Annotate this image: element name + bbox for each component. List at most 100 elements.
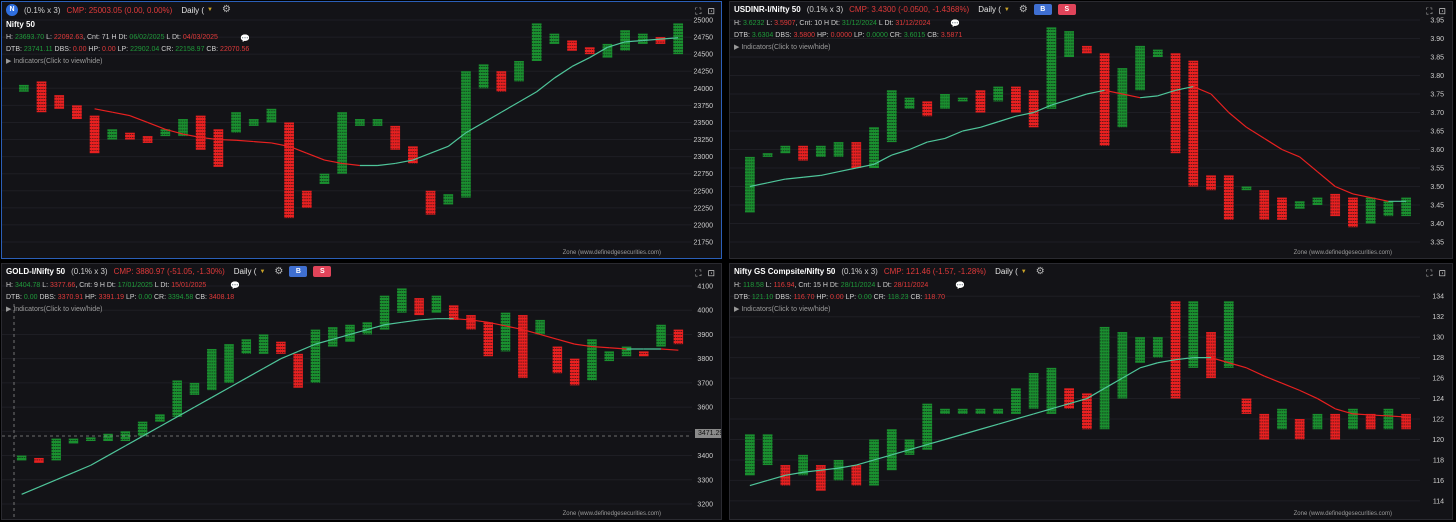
renko-bar <box>293 353 303 388</box>
comment-icon[interactable]: 💬 <box>240 34 250 43</box>
symbol-badge[interactable]: N <box>6 4 18 16</box>
y-tick-label: 24500 <box>694 52 714 59</box>
high-low-line: H: 118.58 L: 116.94, Cnt: 15 H Dt: 28/11… <box>734 282 929 289</box>
moving-average-segment <box>539 333 558 340</box>
panel-title: GOLD-I/Nifty 50 <box>6 267 66 276</box>
renko-bar <box>1064 31 1075 57</box>
fullscreen-icon[interactable]: ⛶ <box>695 268 701 279</box>
renko-bar <box>1152 337 1163 358</box>
renko-bar <box>1046 367 1057 414</box>
moving-average-segment <box>1299 156 1318 173</box>
source-zone: Zone (www.definedgesecurities.com) <box>562 511 661 517</box>
snapshot-icon[interactable]: ⊡ <box>707 6 715 17</box>
indicators-toggle[interactable]: ▶ Indicators(Click to view/hide) <box>734 43 830 51</box>
moving-average-segment <box>1246 126 1265 139</box>
gear-icon[interactable]: ⚙ <box>274 266 283 277</box>
moving-average-segment <box>129 115 148 124</box>
renko-bar <box>1312 197 1323 205</box>
renko-bar <box>886 90 897 143</box>
renko-bar <box>587 339 597 381</box>
fullscreen-icon[interactable]: ⛶ <box>1426 268 1432 279</box>
comment-icon[interactable]: 💬 <box>950 19 960 28</box>
renko-bar <box>390 125 401 150</box>
levels-line: DTB: 121.10 DBS: 116.70 HP: 0.00 LP: 0.0… <box>734 294 946 301</box>
moving-average-segment <box>803 174 821 178</box>
gear-icon[interactable]: ⚙ <box>1019 4 1028 15</box>
moving-average-segment <box>944 130 963 139</box>
indicators-toggle[interactable]: ▶ Indicators(Click to view/hide) <box>734 305 830 313</box>
renko-bar <box>815 145 826 158</box>
timeframe-select[interactable]: Daily (▼ <box>975 4 1013 15</box>
gear-icon[interactable]: ⚙ <box>1036 266 1045 277</box>
source-zone: Zone (www.definedgesecurities.com) <box>1293 250 1392 256</box>
buy-button[interactable]: B <box>1033 4 1052 15</box>
moving-average-segment <box>1068 93 1088 101</box>
moving-average-segment <box>998 418 1017 425</box>
sell-button[interactable]: S <box>313 266 332 277</box>
gold-chart[interactable]: 3200330034003500360037003800390040004100 <box>2 264 721 519</box>
cmp-value: CMP: 121.46 (-1.57, -1.28%) <box>883 267 987 276</box>
gear-icon[interactable]: ⚙ <box>222 5 231 15</box>
y-tick-label: 128 <box>1432 355 1444 362</box>
renko-bar <box>957 97 968 102</box>
chevron-down-icon: ▼ <box>1003 6 1010 13</box>
renko-bar <box>1277 408 1287 430</box>
y-tick-label: 23750 <box>694 103 714 110</box>
y-tick-label: 3.45 <box>1430 203 1444 210</box>
renko-bar <box>483 322 494 357</box>
comment-icon[interactable]: 💬 <box>955 281 965 290</box>
panel-controls: ⛶ ⊡ <box>1426 6 1446 17</box>
renko-bar <box>414 298 424 316</box>
renko-bar <box>443 194 454 205</box>
chevron-down-icon: ▼ <box>259 268 266 275</box>
moving-average-segment <box>1210 93 1230 113</box>
timeframe-select[interactable]: Daily (▼ <box>992 266 1030 277</box>
buy-button[interactable]: B <box>289 266 308 277</box>
y-tick-label: 22250 <box>694 205 714 212</box>
chart-panel-usdinr[interactable]: 3.35 3.40 3.45 3.50 3.55 3.60 3.65 3.70 3.75 3.80… <box>729 1 1453 259</box>
renko-bar <box>36 81 47 113</box>
renko-bar <box>1135 45 1145 91</box>
timeframe-select[interactable]: Daily (▼ <box>178 5 216 16</box>
y-tick-label: 24000 <box>694 86 714 93</box>
indicators-toggle[interactable]: ▶ Indicators(Click to view/hide) <box>6 305 102 313</box>
fullscreen-icon[interactable]: ⛶ <box>1426 6 1432 17</box>
y-tick-label: 3.75 <box>1430 92 1444 99</box>
snapshot-icon[interactable]: ⊡ <box>707 268 715 279</box>
renko-bar <box>744 156 755 213</box>
usdinr-chart[interactable]: 3.35 3.40 3.45 3.50 3.55 3.60 3.65 3.70 3.75 3.80… <box>730 2 1452 258</box>
renko-bar <box>89 115 100 154</box>
moving-average-segment <box>962 126 981 132</box>
panel-controls: ⛶ ⊡ <box>1426 268 1446 279</box>
indicators-toggle[interactable]: ▶ Indicators(Click to view/hide) <box>6 57 102 65</box>
moving-average-segment <box>246 367 264 379</box>
comment-icon[interactable]: 💬 <box>230 281 240 290</box>
renko-bar <box>833 142 844 157</box>
renko-bar <box>496 71 507 92</box>
y-tick-label: 3400 <box>697 453 713 460</box>
chart-panel-nifty[interactable]: 21750 22000 22250 22500 22750 23000 23250 23500… <box>1 1 722 259</box>
renko-bar <box>869 439 879 486</box>
renko-bar <box>514 60 524 82</box>
y-tick-label: 134 <box>1432 294 1444 301</box>
y-tick-label: 3.40 <box>1430 221 1444 228</box>
moving-average-segment <box>94 108 113 113</box>
gsec-chart[interactable]: 114 116 118 120 122 124 126 128 130 132 134 <box>730 264 1452 519</box>
renko-bar <box>1223 175 1234 220</box>
chart-panel-gold[interactable]: 3200330034003500360037003800390040004100… <box>1 263 722 520</box>
renko-bar <box>569 358 580 386</box>
sell-button[interactable]: S <box>1057 4 1076 15</box>
moving-average-segment <box>785 176 804 180</box>
snapshot-icon[interactable]: ⊡ <box>1438 268 1446 279</box>
moving-average-segment <box>218 138 237 141</box>
timeframe-select[interactable]: Daily (▼ <box>231 266 269 277</box>
fullscreen-icon[interactable]: ⛶ <box>695 6 701 17</box>
renko-bar <box>1294 419 1305 440</box>
moving-average-segment <box>909 141 928 151</box>
chart-panel-gsec[interactable]: 114 116 118 120 122 124 126 128 130 132 134 Nifty … <box>729 263 1453 520</box>
renko-bar <box>397 288 407 313</box>
snapshot-icon[interactable]: ⊡ <box>1438 6 1446 17</box>
renko-bar <box>172 380 182 417</box>
renko-bar <box>310 329 321 383</box>
renko-bar <box>567 40 577 51</box>
